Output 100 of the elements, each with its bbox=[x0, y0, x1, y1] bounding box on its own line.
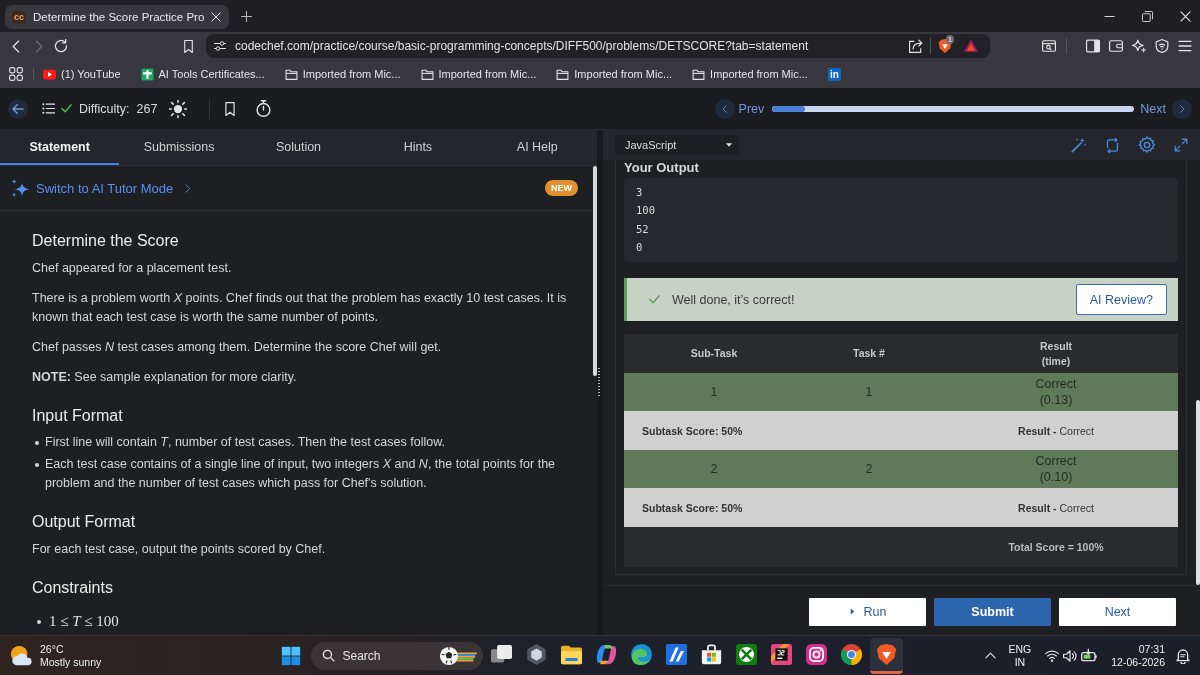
sun-icon[interactable] bbox=[169, 99, 188, 118]
notification-icon[interactable] bbox=[1175, 647, 1191, 664]
language-dropdown[interactable]: JavaScript bbox=[615, 135, 739, 155]
bookmark[interactable]: Imported from Mic... bbox=[284, 67, 401, 81]
wave-icon bbox=[630, 643, 652, 665]
bookmark[interactable]: in bbox=[827, 67, 841, 81]
section-heading: Output Format bbox=[32, 512, 137, 532]
wallet-icon[interactable] bbox=[1109, 39, 1123, 53]
taskbar-button[interactable] bbox=[869, 637, 903, 674]
swirl-icon bbox=[595, 643, 617, 665]
apps-grid-icon[interactable] bbox=[9, 67, 23, 81]
lion-icon bbox=[875, 643, 897, 665]
table-cell: 2 bbox=[865, 462, 873, 476]
close-icon[interactable] bbox=[1180, 10, 1191, 22]
list-icon[interactable] bbox=[42, 102, 55, 115]
panel-tab[interactable]: Submissions bbox=[119, 130, 239, 165]
chevron-up-icon[interactable] bbox=[984, 650, 996, 661]
share-icon[interactable] bbox=[909, 39, 923, 53]
difficulty-value: 267 bbox=[136, 101, 158, 116]
output-line: 100 bbox=[636, 204, 655, 217]
panel-tab[interactable]: Solution bbox=[238, 130, 359, 165]
wifi-icon[interactable] bbox=[1045, 648, 1060, 663]
close-icon[interactable] bbox=[211, 12, 222, 22]
panel-tab[interactable]: AI Help bbox=[477, 130, 597, 165]
caret-down-icon bbox=[725, 141, 733, 149]
sidebar-icon[interactable] bbox=[1086, 39, 1100, 53]
run-button[interactable]: Run bbox=[809, 597, 926, 626]
bookmark-icon[interactable] bbox=[182, 39, 195, 53]
sparkle-icon bbox=[11, 178, 30, 198]
folder-icon bbox=[284, 67, 298, 81]
play-icon bbox=[43, 67, 56, 81]
volume-icon[interactable] bbox=[1063, 648, 1078, 663]
bookmark[interactable]: Imported from Mic... bbox=[556, 67, 673, 81]
ai-review-button[interactable]: AI Review? bbox=[1075, 284, 1167, 315]
reset-icon[interactable] bbox=[1105, 137, 1120, 153]
panel-tab[interactable]: Statement bbox=[0, 130, 120, 165]
region-label: IN bbox=[1014, 655, 1026, 669]
settings-icon[interactable] bbox=[1138, 136, 1156, 154]
menu-icon[interactable] bbox=[1178, 39, 1192, 53]
search-field[interactable]: Search bbox=[310, 641, 483, 670]
bullet-icon bbox=[35, 463, 39, 467]
back-icon[interactable] bbox=[8, 98, 28, 119]
site-settings-icon[interactable] bbox=[214, 40, 226, 52]
panel-tab[interactable]: Hints bbox=[358, 130, 478, 165]
clock-date: 12-06-2026 bbox=[1111, 655, 1165, 669]
round-logo-icon bbox=[840, 643, 862, 665]
reload-icon[interactable] bbox=[54, 39, 68, 53]
restore-icon[interactable] bbox=[1142, 10, 1153, 22]
weather-condition: Mostly sunny bbox=[40, 655, 102, 669]
hexagon-icon bbox=[525, 643, 547, 665]
list-item: Each test case contains of a single line of input, two integers X and N, the total points for the problem and the number of test cases which pass for Chef's solution. bbox=[45, 456, 557, 492]
bookmark[interactable]: AI Tools Certificates... bbox=[140, 67, 265, 81]
prev-button[interactable]: Prev bbox=[714, 98, 765, 119]
start-icon[interactable] bbox=[280, 645, 301, 666]
verdict-message: Well done, it’s correct! bbox=[672, 292, 795, 307]
browser-tab[interactable]: cc Determine the Score Practice Pro bbox=[5, 5, 230, 29]
shopping-bag-icon bbox=[700, 643, 722, 665]
submit-button[interactable]: Submit bbox=[934, 597, 1051, 626]
folder-icon bbox=[692, 67, 706, 81]
bookmark[interactable]: Imported from Mic... bbox=[692, 67, 808, 81]
bullet-icon bbox=[37, 620, 41, 624]
paragraph: Chef passes N test cases among them. Determine the score Chef will get. bbox=[32, 339, 443, 356]
paragraph: NOTE: See sample explanation for more clarity. bbox=[32, 369, 298, 386]
spreadsheet-icon bbox=[140, 67, 154, 81]
paragraph: There is a problem worth X points. Chef finds out that the problem has exactly 10 test cases. It is known that each test case is worth the same number of points. bbox=[32, 290, 568, 326]
weather-icon[interactable] bbox=[10, 644, 32, 667]
folder-icon bbox=[556, 67, 570, 81]
table-cell: 1 bbox=[710, 385, 718, 399]
triangle-icon[interactable] bbox=[964, 39, 978, 53]
expand-icon[interactable] bbox=[1174, 138, 1188, 152]
next-button[interactable]: Next bbox=[1140, 98, 1192, 119]
magic-wand-icon[interactable] bbox=[1071, 137, 1087, 153]
result-status: Result - Correct bbox=[1018, 424, 1094, 437]
new-tab-icon[interactable] bbox=[241, 10, 253, 22]
stopwatch-icon[interactable] bbox=[255, 100, 273, 117]
soccer-ball-icon bbox=[438, 644, 477, 667]
tutor-mode-link[interactable]: Switch to AI Tutor Mode bbox=[11, 178, 193, 198]
search-icon bbox=[321, 649, 335, 662]
table-cell: 2 bbox=[710, 462, 718, 476]
section-heading: Constraints bbox=[32, 578, 114, 598]
next-button[interactable]: Next bbox=[1059, 597, 1176, 626]
lion-icon[interactable] bbox=[938, 39, 952, 53]
scrollbar-thumb[interactable] bbox=[1196, 400, 1200, 585]
screenshot-icon[interactable] bbox=[1042, 39, 1056, 53]
subtask-score: Subtask Score: 50% bbox=[642, 424, 743, 437]
subtask-score: Subtask Score: 50% bbox=[642, 501, 743, 514]
resize-handle[interactable] bbox=[598, 367, 600, 398]
x-tile-icon bbox=[735, 643, 757, 665]
bookmark[interactable]: Imported from Mic... bbox=[420, 67, 537, 81]
battery-icon[interactable] bbox=[1081, 647, 1098, 664]
bookmark[interactable]: (1) YouTube bbox=[43, 67, 121, 81]
bullet-icon bbox=[35, 441, 39, 445]
table-cell-text: Correct (0.13) bbox=[1034, 376, 1078, 408]
scrollbar-thumb[interactable] bbox=[593, 166, 597, 376]
shield-icon[interactable] bbox=[1155, 39, 1169, 53]
play-icon bbox=[848, 608, 856, 615]
bookmark-icon[interactable] bbox=[223, 101, 238, 116]
output-line: 0 bbox=[636, 240, 643, 253]
sparkle-icon[interactable] bbox=[1132, 39, 1146, 53]
temperature: 26°C bbox=[40, 642, 65, 656]
